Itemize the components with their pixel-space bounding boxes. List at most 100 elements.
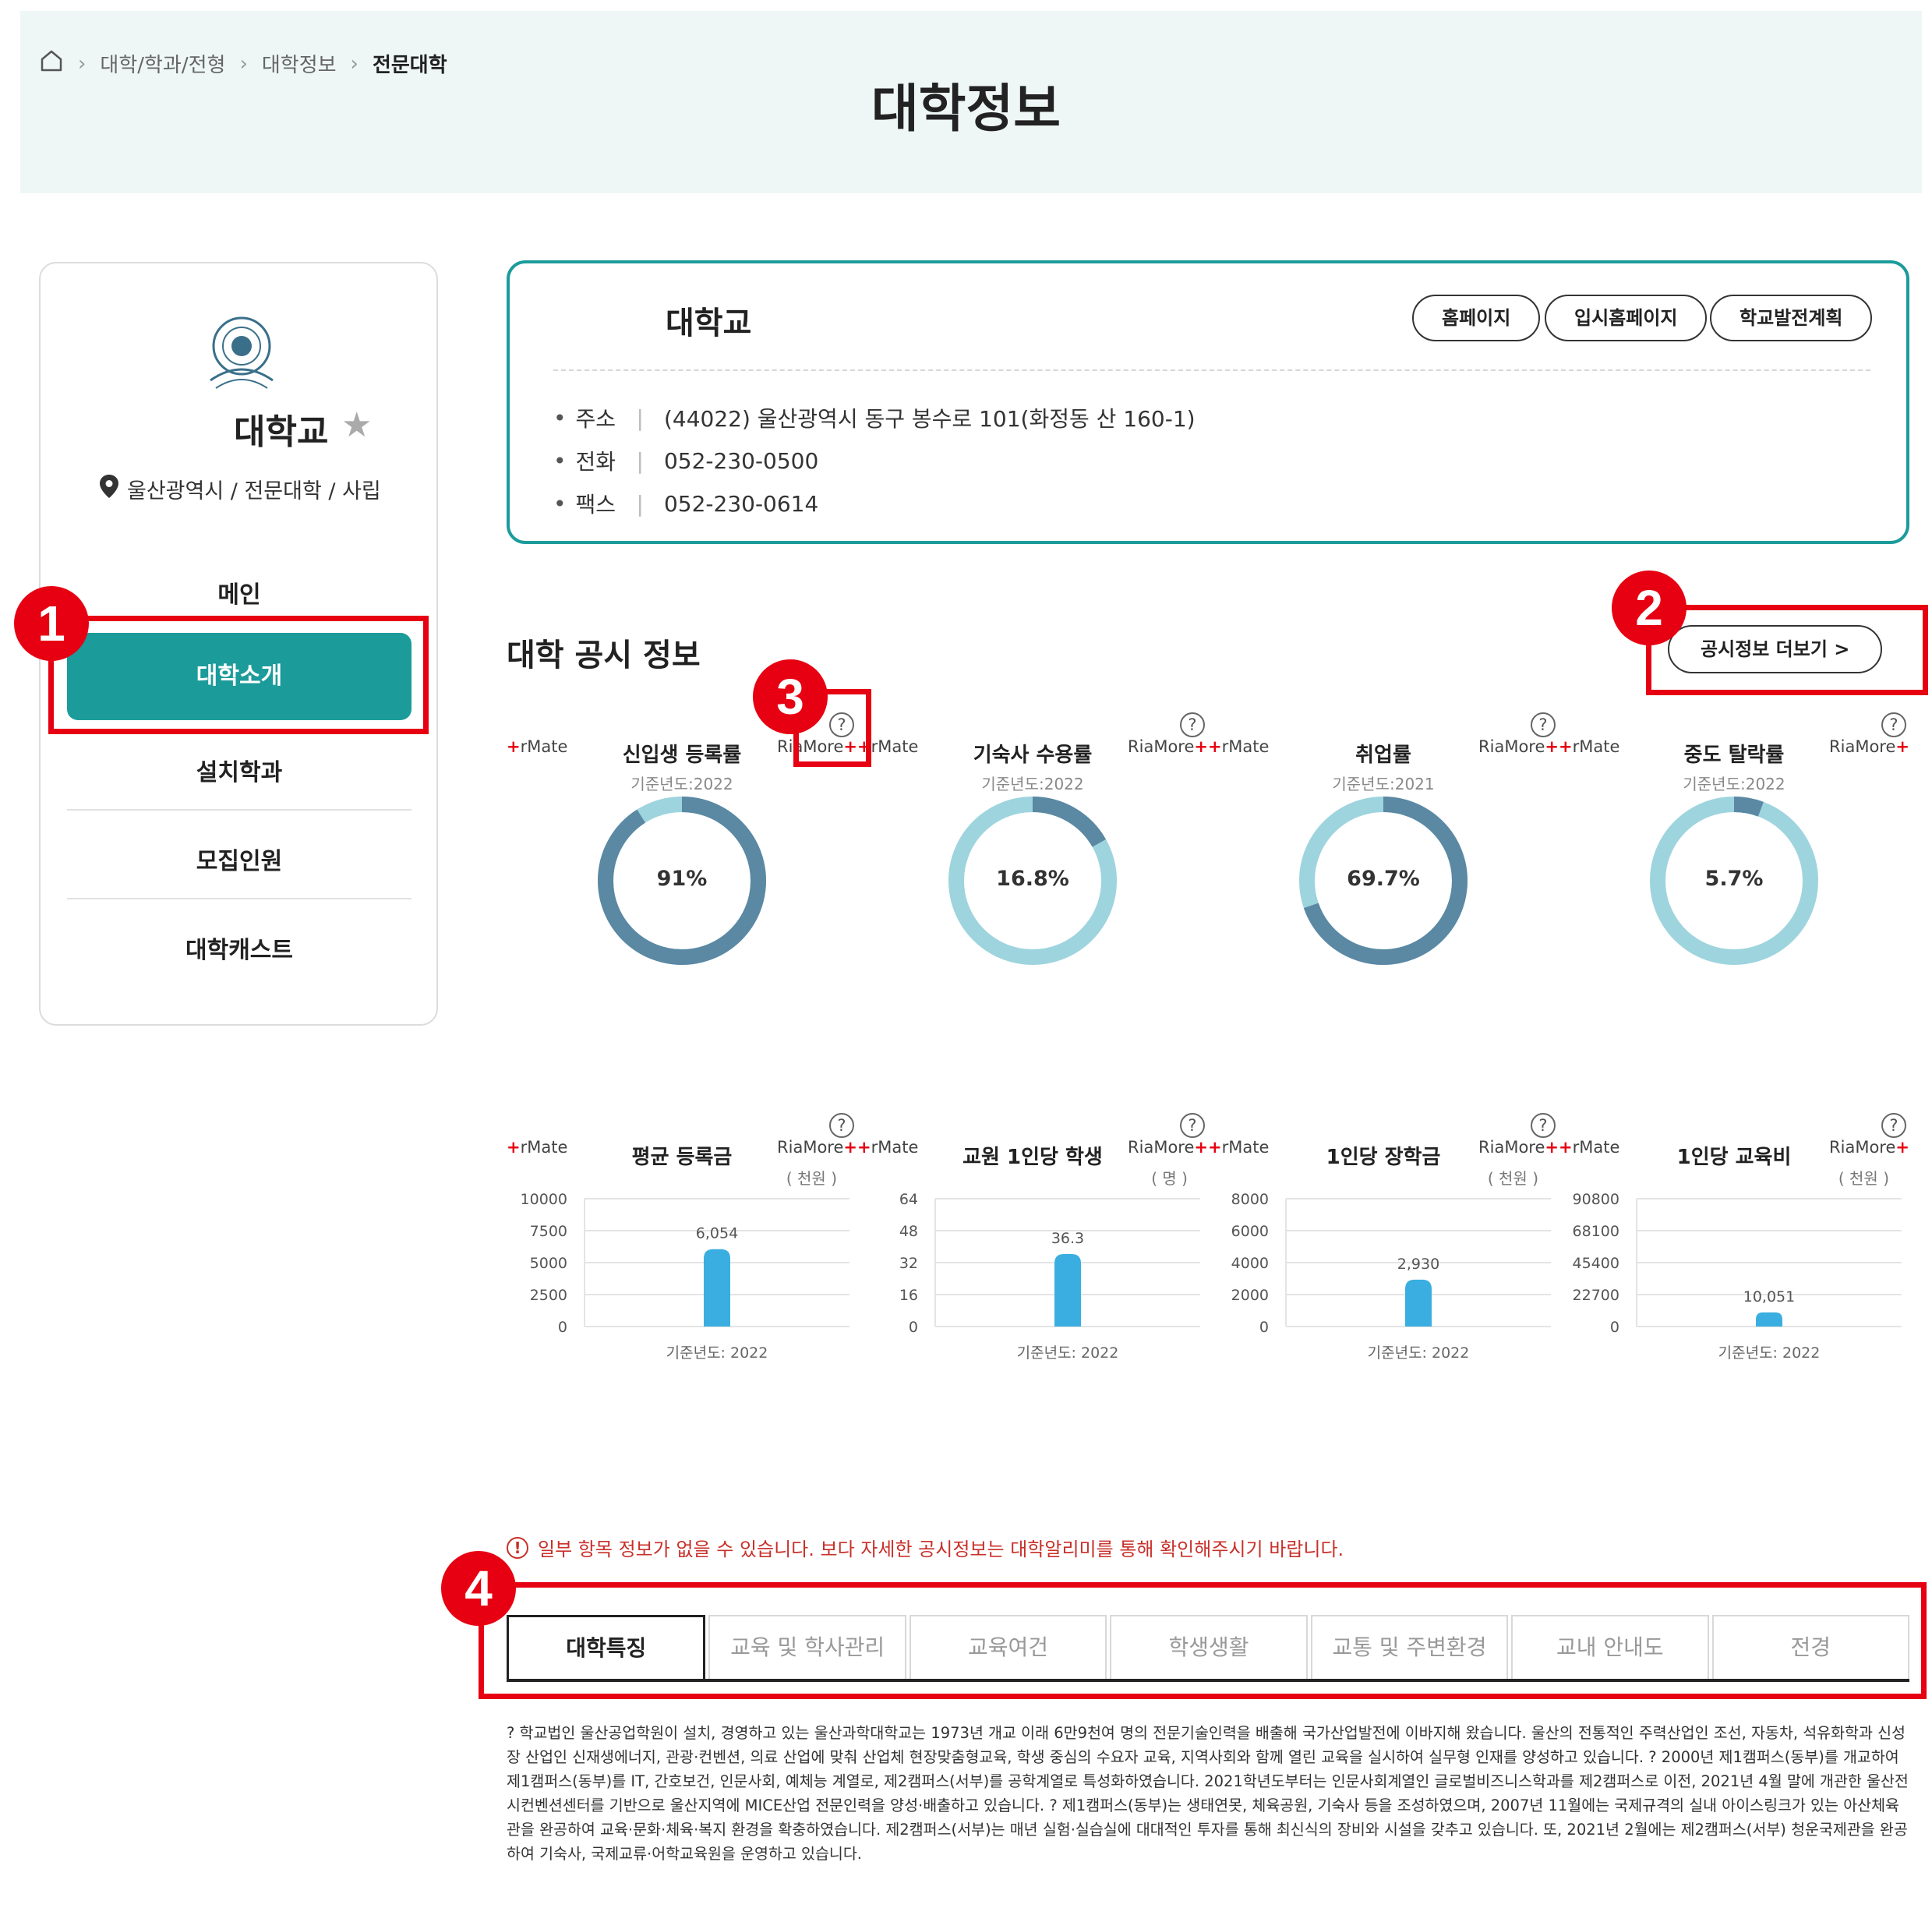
homepage-button[interactable]: 홈페이지 bbox=[1412, 295, 1541, 341]
y-tick-label: 2500 bbox=[530, 1287, 567, 1304]
sidebar-location: 울산광역시 / 전문대학 / 사립 bbox=[99, 474, 381, 504]
bullet: • bbox=[553, 405, 567, 431]
annotation-box-1 bbox=[48, 616, 429, 734]
donut-card-employment: +rMate RiaMore+? 취업률 기준년도:2021 69.7% bbox=[1208, 712, 1559, 974]
favorite-star-icon[interactable]: ★ bbox=[341, 405, 372, 445]
x-axis-label: 기준년도: 2022 bbox=[1718, 1344, 1821, 1362]
x-axis-label: 기준년도: 2022 bbox=[666, 1344, 768, 1362]
donut-value: 91% bbox=[656, 867, 708, 891]
donut-value: 69.7% bbox=[1347, 867, 1420, 891]
tel-label: 전화 bbox=[575, 449, 616, 475]
nav-divider bbox=[67, 809, 411, 811]
annotation-badge-4: 4 bbox=[441, 1551, 516, 1626]
annotation-badge-1: 1 bbox=[14, 586, 89, 661]
y-tick-label: 5000 bbox=[530, 1255, 567, 1272]
bar-value-label: 2,930 bbox=[1397, 1256, 1439, 1273]
y-tick-label: 7500 bbox=[530, 1223, 567, 1240]
donut-base-year: 기준년도:2022 bbox=[1683, 775, 1785, 793]
y-tick-label: 4000 bbox=[1231, 1255, 1269, 1272]
y-tick-label: 90800 bbox=[1573, 1191, 1619, 1208]
sidebar-item-recruitment[interactable]: 모집인원 bbox=[67, 842, 411, 876]
donut-label: 중도 탈락률 bbox=[1683, 744, 1785, 767]
bar-chart: 10000 7500 5000 2500 0 6,054 기준년도: 2022 bbox=[521, 1191, 849, 1362]
y-tick-label: 0 bbox=[558, 1319, 567, 1336]
address-value: (44022) 울산광역시 동구 봉수로 101(화정동 산 160-1) bbox=[663, 406, 1196, 432]
y-tick-label: 16 bbox=[899, 1287, 918, 1304]
bar-card-tuition: +rMate RiaMore+? 평균 등록금( 천원 ) 10000 7500 5000… bbox=[507, 1113, 857, 1367]
y-tick-label: 64 bbox=[899, 1191, 918, 1208]
school-info-card: 대학교 홈페이지 입시홈페이지 학교발전계획 • 주소 | (44022) 울산… bbox=[507, 260, 1909, 544]
donut-label: 취업률 bbox=[1355, 744, 1411, 767]
separator: | bbox=[636, 405, 644, 431]
location-pin-icon bbox=[99, 474, 119, 504]
y-tick-label: 2000 bbox=[1231, 1287, 1269, 1304]
y-tick-label: 0 bbox=[1259, 1319, 1269, 1336]
address-row: • 주소 | (44022) 울산광역시 동구 봉수로 101(화정동 산 16… bbox=[553, 402, 1196, 433]
nav-divider bbox=[67, 898, 411, 899]
tel-value: 052-230-0500 bbox=[663, 447, 819, 474]
bar-chart: 90800 68100 45400 22700 0 10,051 기준년도: 2022 bbox=[1573, 1191, 1902, 1362]
help-icon[interactable]: ? bbox=[1531, 712, 1556, 737]
y-tick-label: 10000 bbox=[521, 1191, 567, 1208]
bar-chart: 64 48 32 16 0 36.3 기준년도: 2022 bbox=[899, 1191, 1200, 1362]
school-logo bbox=[199, 310, 284, 399]
y-tick-label: 22700 bbox=[1573, 1287, 1619, 1304]
sidebar-item-cast[interactable]: 대학캐스트 bbox=[67, 931, 411, 965]
help-icon[interactable]: ? bbox=[1180, 712, 1205, 737]
fax-label: 팩스 bbox=[575, 492, 616, 518]
donut-card-dormitory: +rMate RiaMore+? 기숙사 수용률 기준년도:2022 16.8% bbox=[857, 712, 1208, 974]
bar-mark bbox=[1405, 1279, 1432, 1327]
notice-text: 일부 항목 정보가 없을 수 있습니다. 보다 자세한 공시정보는 대학알리미를… bbox=[538, 1539, 1344, 1560]
info-divider bbox=[553, 369, 1870, 371]
donut-label: 기숙사 수용률 bbox=[973, 744, 1093, 767]
admission-homepage-button[interactable]: 입시홈페이지 bbox=[1545, 295, 1708, 341]
help-icon[interactable]: ? bbox=[1881, 712, 1906, 737]
location-text: 울산광역시 / 전문대학 / 사립 bbox=[127, 479, 381, 503]
separator: | bbox=[636, 447, 644, 474]
address-label: 주소 bbox=[575, 406, 616, 432]
bar-mark bbox=[1054, 1253, 1081, 1327]
separator: | bbox=[636, 490, 644, 517]
bar-value-label: 10,051 bbox=[1743, 1288, 1795, 1305]
y-tick-label: 0 bbox=[909, 1319, 918, 1336]
bar-card-students-per-faculty: +rMate RiaMore+? 교원 1인당 학생( 명 ) 64 48 32 16 0 36… bbox=[857, 1113, 1208, 1367]
fax-value: 052-230-0614 bbox=[663, 490, 819, 517]
info-card-title: 대학교 bbox=[666, 306, 752, 341]
disclosure-title: 대학 공시 정보 bbox=[507, 638, 701, 673]
notice-message: ! 일부 항목 정보가 없을 수 있습니다. 보다 자세한 공시정보는 대학알리… bbox=[507, 1534, 1344, 1561]
donut-base-year: 기준년도:2022 bbox=[981, 775, 1084, 793]
donut-card-dropout: +rMate RiaMore+? 중도 탈락률 기준년도:2022 5.7% bbox=[1559, 712, 1909, 974]
development-plan-button[interactable]: 학교발전계획 bbox=[1710, 295, 1873, 341]
fax-row: • 팩스 | 052-230-0614 bbox=[553, 488, 818, 519]
sidebar-item-main[interactable]: 메인 bbox=[67, 575, 411, 609]
y-tick-label: 6000 bbox=[1231, 1223, 1269, 1240]
college-description: ? 학교법인 울산공업학원이 설치, 경영하고 있는 울산과학대학교는 1973… bbox=[507, 1724, 1909, 1863]
annotation-box-4 bbox=[479, 1582, 1927, 1699]
y-tick-label: 8000 bbox=[1231, 1191, 1269, 1208]
bar-value-label: 36.3 bbox=[1051, 1230, 1084, 1247]
tel-row: • 전화 | 052-230-0500 bbox=[553, 445, 818, 476]
y-tick-label: 45400 bbox=[1573, 1255, 1619, 1272]
donut-base-year: 기준년도:2022 bbox=[630, 775, 733, 793]
annotation-badge-2: 2 bbox=[1612, 571, 1687, 645]
bar-card-education-cost: +rMate RiaMore+? 1인당 교육비( 천원 ) 90800 68100 45… bbox=[1559, 1113, 1909, 1367]
y-tick-label: 0 bbox=[1610, 1319, 1619, 1336]
bar-card-scholarship: +rMate RiaMore+? 1인당 장학금( 천원 ) 8000 6000 4000… bbox=[1208, 1113, 1559, 1367]
bullet: • bbox=[553, 447, 567, 474]
warning-icon: ! bbox=[507, 1536, 528, 1559]
donut-value: 16.8% bbox=[996, 867, 1069, 891]
annotation-badge-3: 3 bbox=[753, 659, 828, 734]
y-tick-label: 32 bbox=[899, 1255, 918, 1272]
sidebar-school-name: 대학교 bbox=[234, 412, 329, 452]
bullet: • bbox=[553, 490, 567, 517]
x-axis-label: 기준년도: 2022 bbox=[1368, 1344, 1470, 1362]
x-axis-label: 기준년도: 2022 bbox=[1017, 1344, 1119, 1362]
bar-mark bbox=[1756, 1312, 1782, 1327]
donut-base-year: 기준년도:2021 bbox=[1332, 775, 1435, 793]
bar-chart: 8000 6000 4000 2000 0 2,930 기준년도: 2022 bbox=[1231, 1191, 1551, 1362]
donut-value: 5.7% bbox=[1704, 867, 1764, 891]
bar-value-label: 6,054 bbox=[696, 1225, 738, 1242]
sidebar-item-departments[interactable]: 설치학과 bbox=[67, 753, 411, 787]
page-title: 대학정보 bbox=[871, 79, 1061, 139]
annotation-box-2 bbox=[1646, 605, 1928, 695]
